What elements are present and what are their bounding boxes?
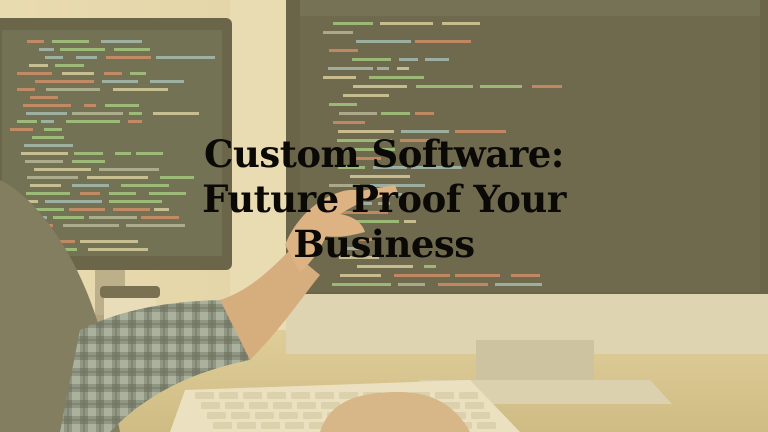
headline-title: Custom Software: Future Proof Your Busin… — [120, 132, 648, 267]
headline-line-2: Future Proof Your — [202, 177, 566, 221]
headline-line-1: Custom Software: — [204, 132, 564, 176]
headline-line-3: Business — [293, 222, 475, 266]
